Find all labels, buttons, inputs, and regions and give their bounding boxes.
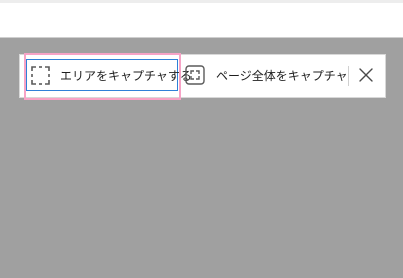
area-capture-button[interactable]: エリアをキャプチャする (26, 59, 192, 91)
close-icon[interactable] (356, 65, 376, 85)
top-edge (0, 0, 403, 3)
full-page-capture-button[interactable]: ページ全体をキャプチャ (183, 61, 348, 89)
full-page-capture-label: ページ全体をキャプチャ (216, 69, 348, 83)
select-area-icon (31, 66, 50, 85)
capture-full-page-icon (185, 65, 205, 85)
area-capture-label: エリアをキャプチャする (60, 69, 192, 83)
browser-top-bar (0, 0, 403, 38)
toolbar-divider (348, 66, 349, 86)
